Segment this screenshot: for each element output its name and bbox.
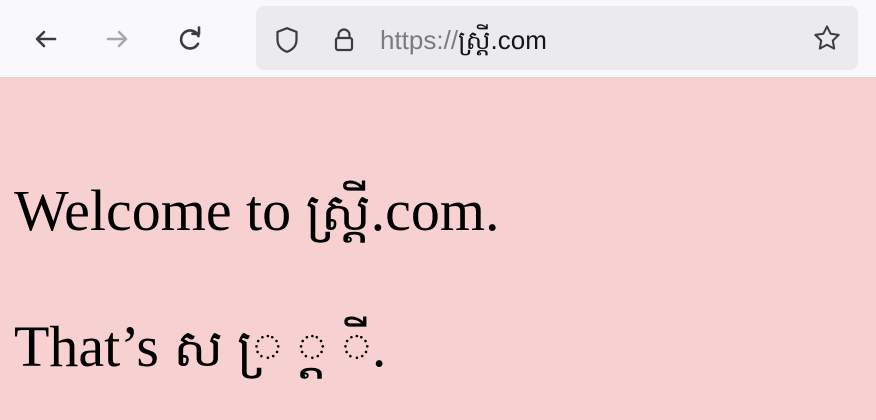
khmer-part-4: ី xyxy=(341,319,372,379)
welcome-prefix: Welcome to xyxy=(14,178,306,243)
khmer-part-2: ្រ xyxy=(237,319,283,379)
refresh-icon xyxy=(174,23,206,55)
url-scheme: https:// xyxy=(380,25,459,55)
lock-icon[interactable] xyxy=(328,24,360,56)
welcome-suffix: .com. xyxy=(370,178,500,243)
arrow-right-icon xyxy=(101,23,133,55)
back-button[interactable] xyxy=(26,19,66,59)
address-bar[interactable]: https://ស្ត្រី.com xyxy=(256,6,858,70)
bookmark-star-icon[interactable] xyxy=(810,21,844,55)
page-content: Welcome to ស្ត្រី.com. That’s ស្រ្តី. xyxy=(14,78,864,420)
breakdown-suffix: . xyxy=(371,314,387,379)
breakdown-prefix: That’s xyxy=(14,314,174,379)
breakdown-line: That’s ស្រ្តី. xyxy=(14,312,386,384)
shield-icon[interactable] xyxy=(271,24,303,56)
welcome-khmer-word: ស្ត្រី xyxy=(305,183,371,243)
url-text: https://ស្ត្រី.com xyxy=(380,20,547,60)
url-host: ស្ត្រី.com xyxy=(458,25,547,55)
reload-button[interactable] xyxy=(170,19,210,59)
khmer-part-1: ស xyxy=(173,319,223,379)
forward-button[interactable] xyxy=(97,19,137,59)
welcome-heading: Welcome to ស្ត្រី.com. xyxy=(14,176,500,248)
khmer-part-3: ្ត xyxy=(296,319,328,379)
arrow-left-icon xyxy=(30,23,62,55)
browser-toolbar: https://ស្ត្រី.com xyxy=(0,0,876,78)
